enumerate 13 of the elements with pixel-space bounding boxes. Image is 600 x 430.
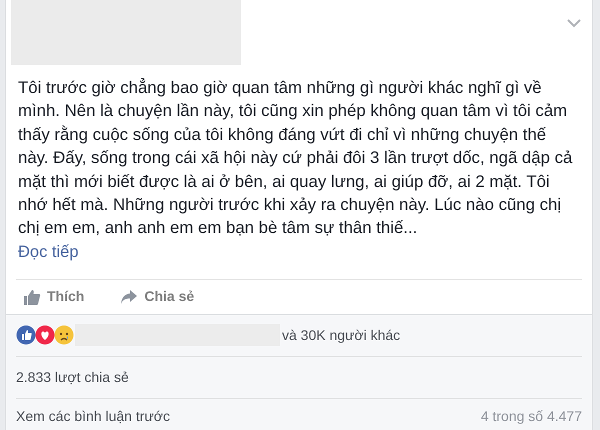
share-count[interactable]: 2.833 lượt chia sẻ bbox=[16, 366, 129, 388]
previous-comments-link[interactable]: Xem các bình luận trước bbox=[16, 406, 170, 428]
like-button[interactable]: Thích bbox=[16, 286, 92, 308]
post-text: Tôi trước giờ chẳng bao giờ quan tâm những gì người khác nghĩ gì về mình. Nên là chuyện lần này, tôi cũng xin phép không quan tâm vì tôi cảm thấy rằng cuộc sống của tôi không đáng vứt đi chỉ vì những chuyện thế này. Đấy, sống trong cái xã hội này cứ phải đôi 3 lần trượt dốc, ngã dập cả mặt thì mới biết được là ai ở bên, ai quay lưng, ai giúp đỡ, ai 2 mặt. Tôi nhớ hết mà. Những người trước khi xảy ra chuyện này. Lúc nào cũng chị chị em em, anh anh em em bạn bè tâm sự thân thiế... bbox=[17, 77, 574, 240]
sad-face-reaction-icon[interactable] bbox=[54, 325, 74, 346]
read-more-link[interactable]: Đọc tiếp bbox=[6, 240, 91, 264]
like-reaction-icon[interactable] bbox=[16, 325, 36, 346]
thumbs-up-icon bbox=[23, 288, 41, 306]
heart-reaction-icon[interactable] bbox=[35, 325, 55, 346]
share-arrow-icon bbox=[120, 288, 138, 305]
share-button[interactable]: Chia sẻ bbox=[113, 286, 202, 308]
reaction-summary[interactable]: và 30K người khác bbox=[282, 324, 400, 346]
comment-count: 4 trong số 4.477 bbox=[480, 407, 582, 426]
